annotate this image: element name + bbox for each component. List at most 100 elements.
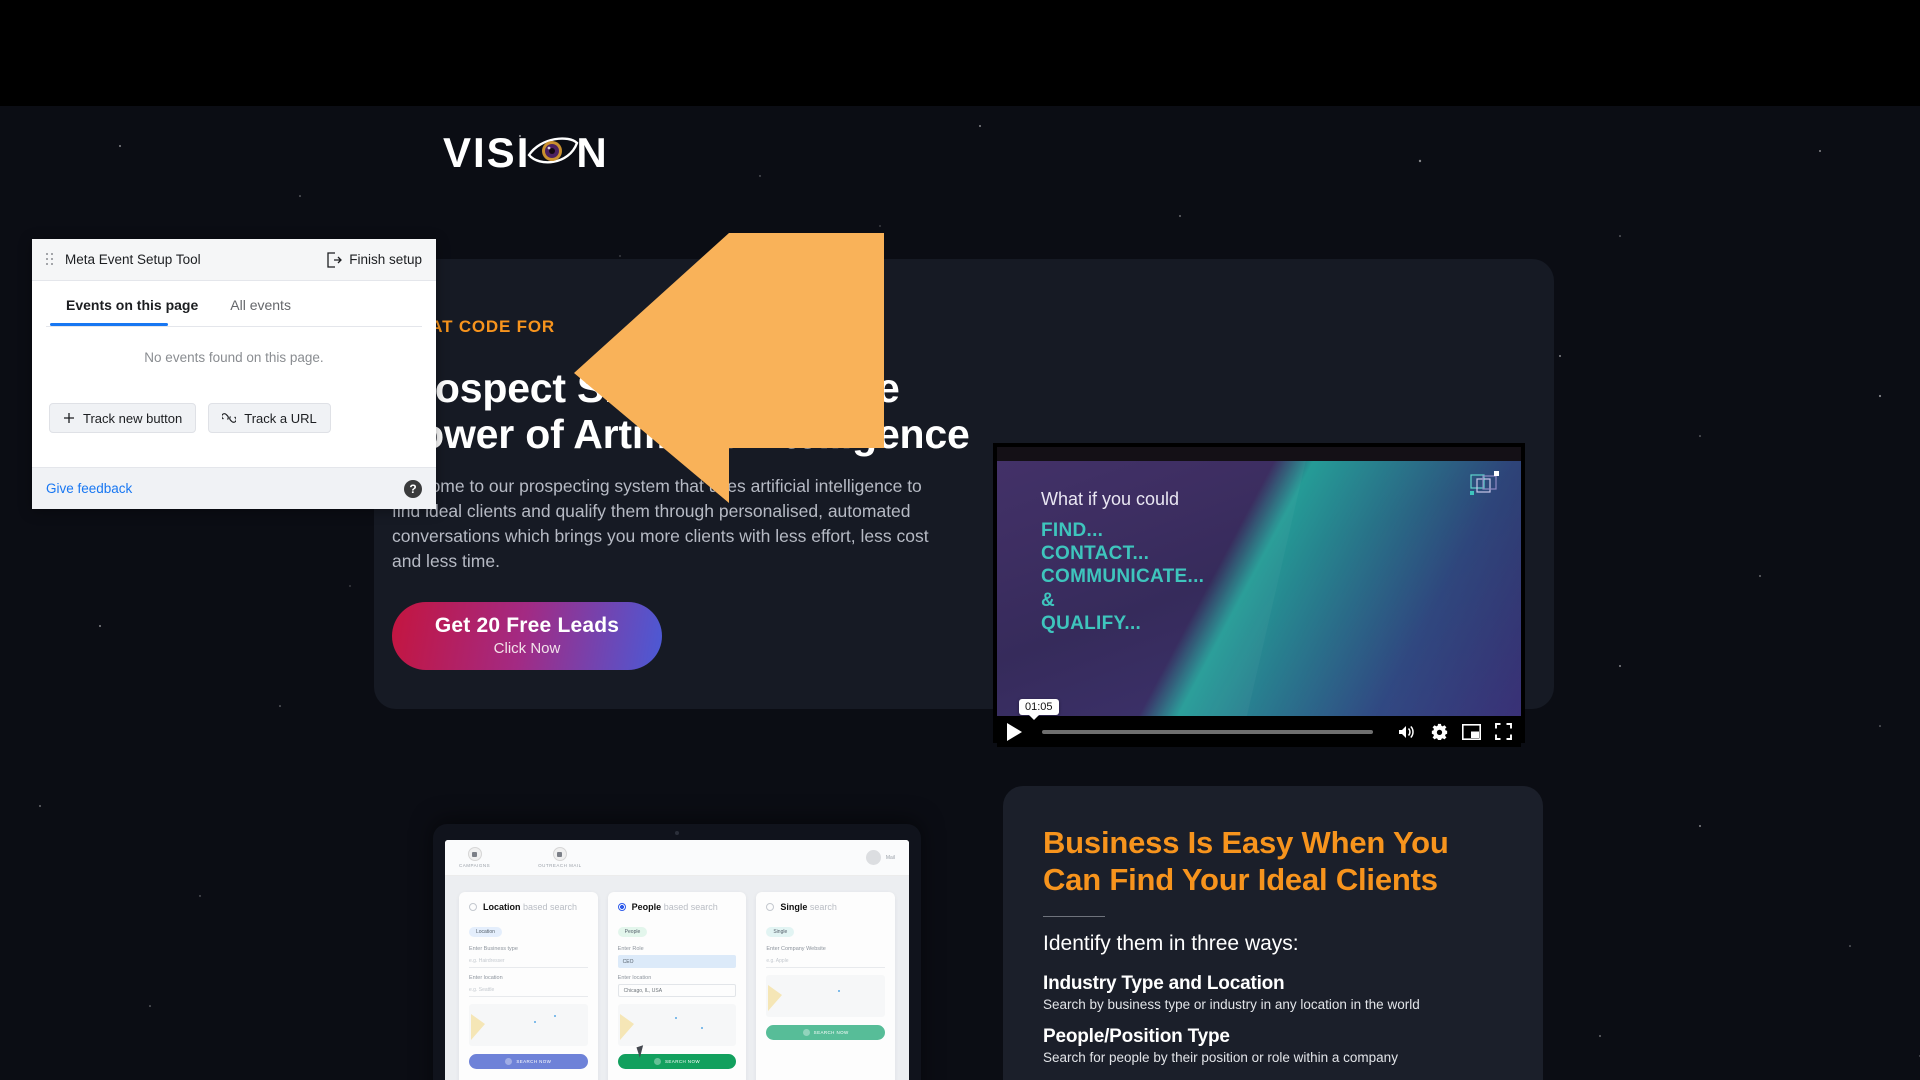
input-location[interactable]: Chicago, IL, USA: [617, 984, 737, 997]
map-preview-single: [766, 975, 886, 1017]
nav-item-campaigns[interactable]: CAMPAIGNS: [459, 847, 490, 868]
search-icon: [505, 1058, 513, 1065]
picture-in-picture-icon[interactable]: [1461, 722, 1481, 742]
cta-secondary-label: Click Now: [493, 640, 561, 658]
track-new-button[interactable]: Track new button: [49, 403, 197, 433]
drag-handle-icon[interactable]: [46, 253, 55, 266]
hero-card: CHEAT CODE FOR Prospect Smart, Using the…: [374, 259, 1554, 747]
play-icon[interactable]: [1007, 722, 1022, 741]
finish-setup-button[interactable]: Finish setup: [326, 251, 422, 268]
map-preview-people: [617, 1004, 737, 1046]
campaign-icon: [467, 847, 482, 861]
question-mark-icon[interactable]: ?: [404, 479, 422, 498]
title-rest: search: [807, 902, 837, 912]
input-company-website[interactable]: e.g. Apple: [766, 955, 886, 968]
meta-event-setup-tool-panel[interactable]: Meta Event Setup Tool Finish setup Event…: [32, 239, 436, 509]
search-button-label: SEARCH NOW: [516, 1059, 552, 1064]
active-tab-underline: [50, 323, 168, 326]
search-now-button-people[interactable]: SEARCH NOW: [617, 1054, 737, 1069]
video-stage[interactable]: What if you could FIND... CONTACT... COM…: [997, 461, 1521, 716]
webpage-viewport: VISI N CHEAT CODE FOR Prospect Smart, Us…: [0, 106, 1920, 1080]
stacked-squares-icon: [1470, 471, 1499, 495]
nav-label-outreach-mail: OUTREACH MAIL: [538, 863, 582, 868]
link-icon: [222, 413, 237, 423]
title-bold: Location: [483, 902, 521, 912]
video-keyword-communicate: COMMUNICATE...: [1041, 566, 1205, 588]
account-name: Mail: [885, 854, 895, 861]
search-cards-row: Location based search Location Enter Bus…: [445, 876, 909, 1080]
title-rest: based search: [520, 902, 578, 912]
app-top-nav: CAMPAIGNS OUTREACH MAIL Mail: [445, 840, 909, 876]
tag-people: People: [617, 927, 648, 937]
search-icon: [654, 1058, 661, 1065]
tab-all-events[interactable]: All events: [214, 281, 307, 326]
meta-panel-tabs: Events on this page All events: [32, 281, 436, 326]
browser-chrome-bar: [0, 0, 1920, 106]
input-business-type[interactable]: e.g. Hairdresser: [469, 955, 588, 968]
map-dot: [700, 1027, 703, 1030]
video-player[interactable]: What if you could FIND... CONTACT... COM…: [993, 443, 1525, 747]
input-role[interactable]: CEO: [617, 955, 737, 968]
radio-location[interactable]: [469, 903, 477, 911]
video-keyword-qualify: QUALIFY...: [1041, 612, 1142, 634]
nav-item-outreach-mail[interactable]: OUTREACH MAIL: [538, 847, 582, 868]
video-inner: What if you could FIND... CONTACT... COM…: [997, 447, 1521, 747]
logo-text-vis: VISI: [443, 129, 531, 176]
info-item-body: Search for people by their position or r…: [1043, 1050, 1398, 1066]
search-button-label: SEARCH NOW: [813, 1030, 849, 1035]
video-controls-bar[interactable]: 01:05: [997, 699, 1521, 747]
nav-label-campaigns: CAMPAIGNS: [459, 863, 491, 868]
field-label-location: Enter location: [469, 975, 503, 981]
radio-people[interactable]: [617, 903, 626, 911]
info-title: Business Is Easy When You Can Find Your …: [1043, 825, 1449, 898]
video-top-bar: [997, 447, 1521, 461]
fullscreen-icon[interactable]: [1493, 722, 1513, 742]
info-item-people: People/Position Type Search for people b…: [1043, 1026, 1503, 1065]
app-mockup-screen: CAMPAIGNS OUTREACH MAIL Mail Location ba…: [445, 840, 909, 1080]
logo-text-n: N: [576, 129, 609, 176]
map-dot: [534, 1020, 537, 1023]
search-card-people[interactable]: People based search People Enter Role CE…: [607, 892, 747, 1080]
search-now-button-location[interactable]: SEARCH NOW: [469, 1054, 588, 1069]
search-card-header: People based search: [617, 902, 737, 912]
tab-events-on-this-page[interactable]: Events on this page: [50, 281, 214, 326]
search-icon: [802, 1029, 810, 1036]
meta-panel-title-group: Meta Event Setup Tool: [46, 252, 201, 267]
meta-panel-header: Meta Event Setup Tool Finish setup: [32, 239, 436, 281]
gear-icon[interactable]: [1429, 722, 1449, 742]
map-wedge: [768, 985, 783, 1011]
info-item-body: Search by business type or industry in a…: [1043, 997, 1420, 1013]
input-location[interactable]: e.g. Seattle: [469, 984, 588, 997]
video-keyword-contact: CONTACT...: [1041, 543, 1150, 565]
video-keyword-amp: &: [1041, 589, 1056, 611]
empty-state-message: No events found on this page.: [144, 350, 324, 365]
field-label-location: Enter location: [617, 975, 652, 981]
field-label-business-type: Enter Business type: [469, 946, 518, 952]
finish-setup-label: Finish setup: [349, 252, 422, 267]
meta-panel-title: Meta Event Setup Tool: [65, 252, 201, 267]
info-lead: Identify them in three ways:: [1043, 932, 1299, 956]
title-bold: People: [631, 902, 662, 912]
site-logo[interactable]: VISI N: [443, 131, 609, 175]
exit-arrow-icon: [327, 251, 343, 268]
search-card-single[interactable]: Single search Single Enter Company Websi…: [756, 892, 896, 1080]
search-card-title: Location based search: [483, 902, 577, 912]
eye-logo-icon: [527, 131, 579, 175]
meta-panel-actions: Track new button Track a URL: [32, 365, 436, 433]
search-card-location[interactable]: Location based search Location Enter Bus…: [459, 892, 598, 1080]
app-account-menu[interactable]: Mail: [865, 850, 895, 865]
give-feedback-link[interactable]: Give feedback: [46, 481, 132, 496]
video-intro-line: What if you could: [1041, 489, 1180, 509]
radio-single[interactable]: [766, 903, 775, 911]
info-item-heading: People/Position Type: [1043, 1026, 1230, 1048]
search-card-header: Location based search: [469, 902, 588, 912]
track-a-url-button[interactable]: Track a URL: [208, 403, 331, 433]
video-caption-block: What if you could FIND... CONTACT... COM…: [1041, 489, 1204, 635]
title-rest: based search: [661, 902, 718, 912]
progress-bar[interactable]: [1042, 729, 1373, 734]
map-dot: [674, 1016, 677, 1019]
volume-icon[interactable]: [1397, 722, 1417, 742]
search-card-header: Single search: [766, 902, 885, 912]
search-now-button-single[interactable]: SEARCH NOW: [766, 1025, 886, 1040]
get-free-leads-button[interactable]: Get 20 Free Leads Click Now: [392, 601, 662, 670]
